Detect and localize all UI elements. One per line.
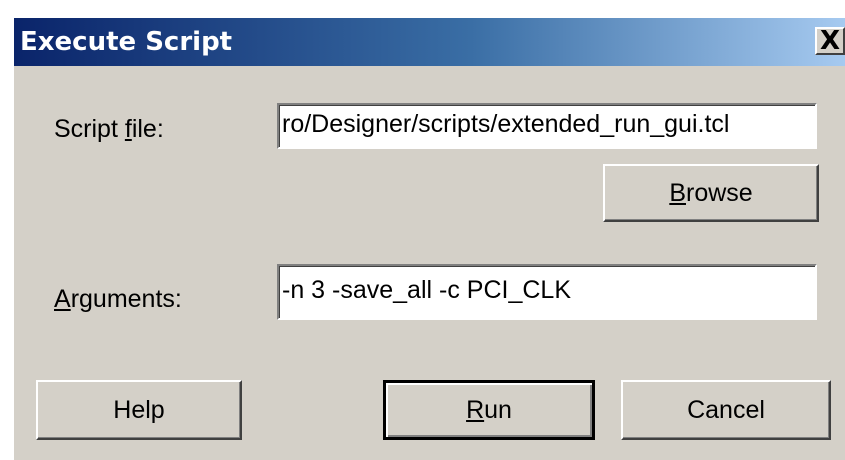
help-button[interactable]: Help bbox=[36, 380, 242, 440]
script-file-label: Script file: bbox=[54, 115, 164, 143]
arguments-label: Arguments: bbox=[54, 285, 182, 313]
script-file-input[interactable]: ro/Designer/scripts/extended_run_gui.tcl bbox=[277, 103, 817, 149]
execute-script-dialog: Execute Script X Script file: ro/Designe… bbox=[14, 18, 845, 460]
run-button[interactable]: Run bbox=[383, 380, 595, 440]
close-icon: X bbox=[819, 26, 841, 56]
browse-button[interactable]: Browse bbox=[603, 164, 819, 222]
window-title: Execute Script bbox=[20, 27, 233, 57]
arguments-input[interactable]: -n 3 -save_all -c PCI_CLK bbox=[277, 264, 817, 320]
cancel-button[interactable]: Cancel bbox=[621, 380, 831, 440]
title-bar[interactable]: Execute Script X bbox=[14, 18, 845, 66]
close-button[interactable]: X bbox=[815, 26, 845, 56]
